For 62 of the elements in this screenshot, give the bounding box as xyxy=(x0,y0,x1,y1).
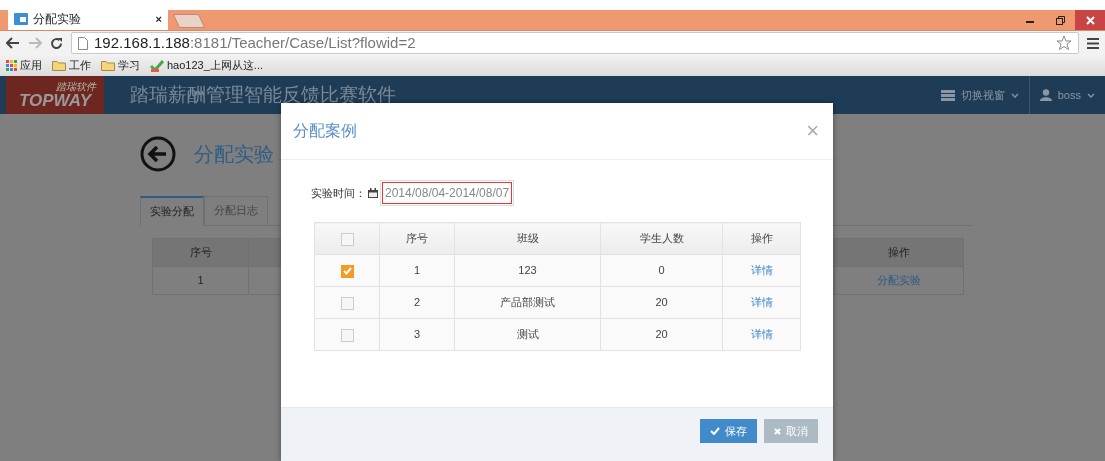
calendar-icon xyxy=(368,188,378,198)
menu-icon[interactable] xyxy=(1087,37,1099,49)
details-link[interactable]: 详情 xyxy=(750,328,773,341)
checkbox[interactable] xyxy=(340,296,354,310)
checkbox[interactable] xyxy=(340,264,354,278)
bookmark-item[interactable]: 应用 xyxy=(6,57,42,74)
page-icon xyxy=(14,13,28,25)
user-icon xyxy=(1039,89,1052,101)
close-button[interactable] xyxy=(1075,10,1105,30)
close-icon xyxy=(774,427,781,435)
details-link[interactable]: 详情 xyxy=(750,264,773,277)
column-header: 班级 xyxy=(454,222,601,255)
table-cell: 123 xyxy=(454,254,601,287)
document-icon xyxy=(78,36,88,50)
logo[interactable]: 踏瑞软件 TOPWAY xyxy=(6,76,104,114)
apps-grid-icon xyxy=(6,60,17,71)
date-range-field[interactable]: 2014/08/04-2014/08/07 xyxy=(382,182,513,204)
check-icon xyxy=(710,427,720,435)
tab[interactable]: 实验分配 xyxy=(140,196,204,226)
restore-icon xyxy=(1055,15,1065,25)
checkmark-logo-icon xyxy=(150,59,164,72)
column-header: 学生人数 xyxy=(600,222,723,255)
details-link[interactable]: 详情 xyxy=(750,296,773,309)
bookmark-item[interactable]: 学习 xyxy=(101,57,140,74)
checkbox[interactable] xyxy=(340,232,354,246)
table-cell: 20 xyxy=(600,318,723,351)
column-header: 操作 xyxy=(722,222,801,255)
caret-icon xyxy=(1087,92,1095,98)
bookmark-item[interactable]: 工作 xyxy=(52,57,91,74)
back-arrow-icon[interactable] xyxy=(6,37,20,49)
folder-icon xyxy=(52,60,66,71)
table-cell: 1 xyxy=(152,266,249,294)
reload-icon[interactable] xyxy=(50,36,63,50)
browser-tab[interactable]: 分配实验 × xyxy=(8,8,168,30)
column-header: 序号 xyxy=(379,222,455,255)
address-bar[interactable]: 192.168.1.188:8181/Teacher/Case/List?flowid=2 xyxy=(71,32,1079,54)
checkbox[interactable] xyxy=(340,328,354,342)
page-title: 分配实验 xyxy=(194,142,274,167)
table-cell: 3 xyxy=(379,318,455,351)
bookmark-item[interactable]: hao123_上网从这... xyxy=(150,57,263,74)
column-header: 序号 xyxy=(152,238,249,266)
folder-icon xyxy=(101,60,115,71)
close-button[interactable]: × xyxy=(155,10,162,28)
close-button[interactable]: × xyxy=(806,120,819,142)
caret-icon xyxy=(1010,92,1019,98)
table-cell: 2 xyxy=(379,286,455,319)
nav-dropdown[interactable]: boss xyxy=(1028,76,1105,114)
close-icon xyxy=(1085,15,1095,25)
url-text: 192.168.1.188:8181/Teacher/Case/List?flowid=2 xyxy=(94,32,416,53)
table-cell: 产品部测试 xyxy=(454,286,601,319)
dialog-title: 分配案例 xyxy=(293,121,357,141)
nav-dropdown[interactable]: 切换视窗 xyxy=(930,76,1029,114)
app-title: 踏瑞薪酬管理智能反馈比赛软件 xyxy=(130,82,397,107)
column-header: 操作 xyxy=(834,238,964,266)
table-cell: 0 xyxy=(600,254,723,287)
star-icon[interactable] xyxy=(1056,35,1072,51)
table-cell: 测试 xyxy=(454,318,601,351)
save-button[interactable]: 保存 xyxy=(700,419,757,443)
table-cell: 20 xyxy=(600,286,723,319)
date-label: 实验时间： xyxy=(311,185,366,201)
server-icon xyxy=(940,89,955,101)
table-cell: 1 xyxy=(379,254,455,287)
